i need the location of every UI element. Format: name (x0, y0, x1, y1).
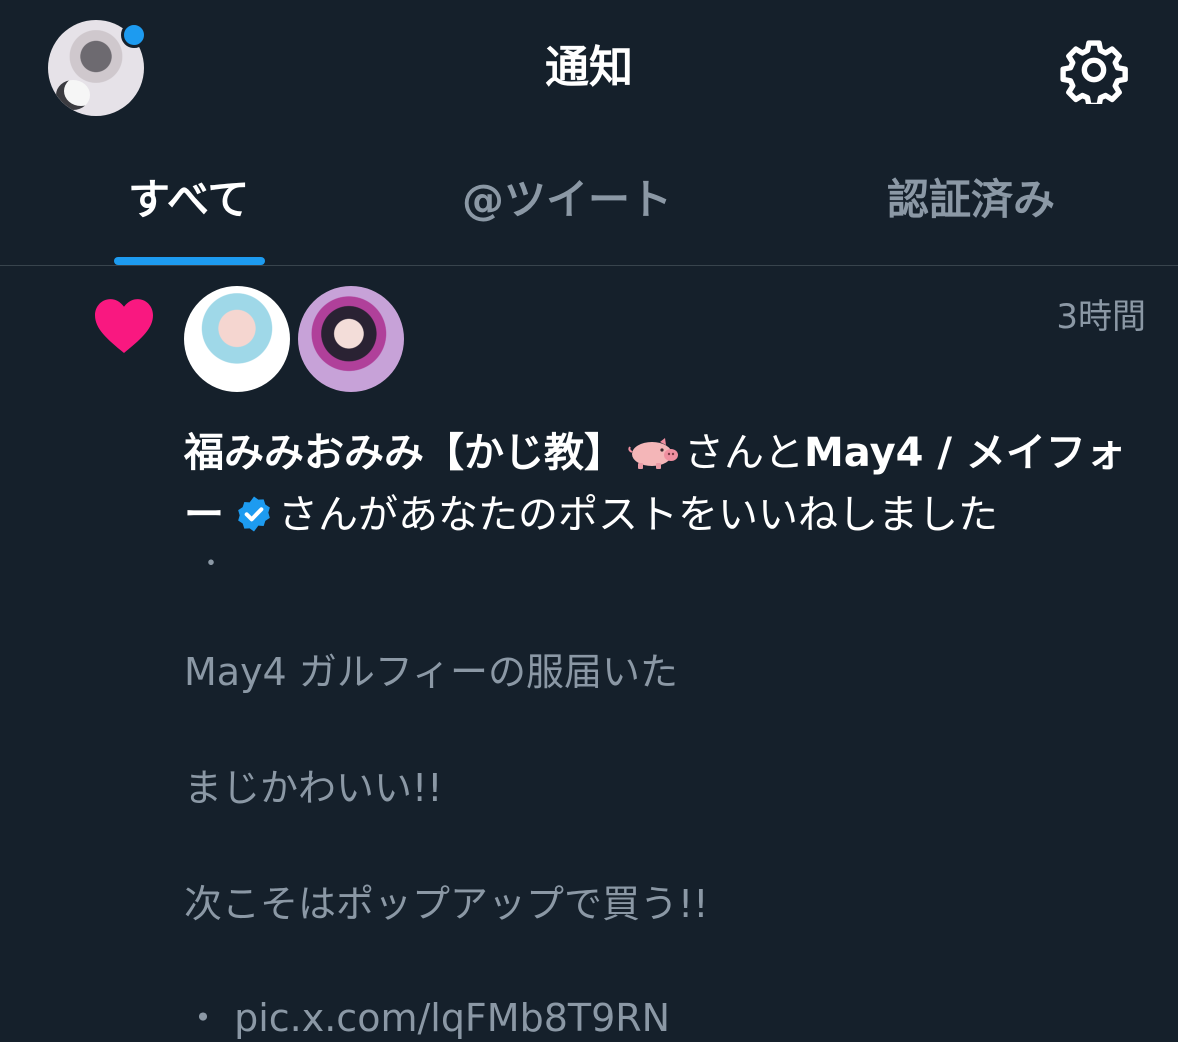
post-text-line: まじかわいい!! (184, 766, 443, 810)
action-text: さんがあなたのポストをいいねしました (278, 492, 998, 538)
post-text-line: 次こそはポップアップで買う!! (184, 882, 709, 926)
heart-icon (95, 299, 153, 353)
user-name[interactable]: 福みみおみみ【かじ教】 (184, 430, 624, 476)
gear-icon[interactable] (1060, 36, 1128, 104)
active-tab-indicator (114, 257, 265, 265)
liker-avatar[interactable] (298, 286, 404, 392)
verified-icon (238, 496, 270, 532)
header: 通知 (0, 0, 1178, 140)
page-title: 通知 (545, 42, 633, 93)
tab-all[interactable]: すべて (128, 174, 249, 226)
timestamp: 3時間 (1056, 297, 1146, 337)
tab-bar: すべて @ツイート 認証済み (0, 140, 1178, 266)
connector-text: さんと (684, 430, 804, 476)
tab-verified[interactable]: 認証済み (887, 174, 1055, 226)
post-bullet: ・ (198, 549, 225, 579)
tab-mentions[interactable]: @ツイート (462, 174, 672, 226)
post-link[interactable]: ・ pic.x.com/lqFMb8T9RN (184, 994, 670, 1042)
notification-item[interactable]: 3時間 福みみおみみ【かじ教】 さんとMay4 / メイフォー さんがあなたのポ… (0, 266, 1178, 1042)
liker-avatar[interactable] (184, 286, 290, 392)
post-text-line: May4 ガルフィーの服届いた (184, 650, 679, 694)
pig-emoji-icon (628, 438, 678, 469)
notification-summary: 福みみおみみ【かじ教】 さんとMay4 / メイフォー さんがあなたのポストをい… (184, 422, 1144, 546)
